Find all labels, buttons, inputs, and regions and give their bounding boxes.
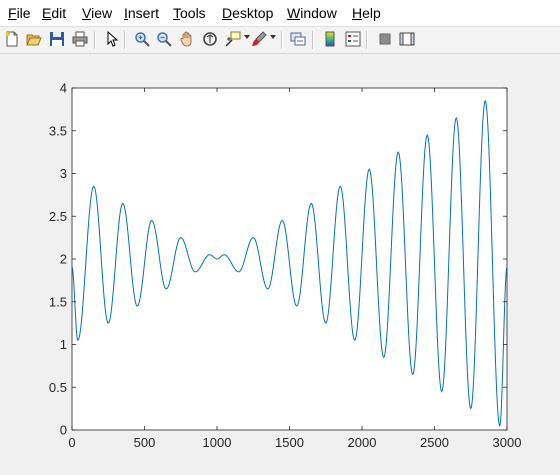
- y-tick-label: 2: [60, 252, 67, 267]
- x-tick-label: 500: [134, 435, 156, 450]
- pan-button[interactable]: [177, 29, 197, 49]
- menu-bar: File Edit View Insert Tools Desktop Window Help: [0, 0, 560, 27]
- menu-window-label: indow: [300, 5, 337, 21]
- toolbar-separator: [312, 31, 314, 49]
- data-cursor-dropdown-arrow-icon[interactable]: [244, 35, 250, 39]
- menu-insert[interactable]: Insert: [124, 4, 159, 22]
- y-tick-label: 3: [60, 166, 67, 181]
- y-tick-label: 0: [60, 423, 67, 438]
- edit-plot-button[interactable]: [102, 29, 122, 49]
- y-tick-label: 2.5: [49, 209, 67, 224]
- menu-view-label: iew: [91, 5, 113, 21]
- zoom-in-button[interactable]: [132, 29, 152, 49]
- new-figure-button[interactable]: [2, 29, 22, 49]
- open-file-button[interactable]: [24, 29, 44, 49]
- y-tick-label: 1: [60, 337, 67, 352]
- menu-tools-accelerator: T: [173, 5, 180, 21]
- brush-icon: [251, 31, 267, 47]
- hide-plot-tools-icon: [377, 31, 393, 47]
- menu-help-label: elp: [362, 5, 381, 21]
- x-tick-label: 2000: [348, 435, 377, 450]
- data-cursor-button[interactable]: [223, 29, 243, 49]
- x-tick-label: 2500: [420, 435, 449, 450]
- toolbar-separator: [94, 31, 96, 49]
- menu-view-accelerator: V: [82, 5, 92, 21]
- toolbar-separator: [124, 31, 126, 49]
- toolbar-separator: [366, 31, 368, 49]
- menu-view[interactable]: View: [82, 4, 112, 22]
- rotate-3d-icon: [202, 31, 218, 47]
- x-tick-label: 1500: [275, 435, 304, 450]
- x-tick-label: 0: [68, 435, 75, 450]
- zoom-out-button[interactable]: [154, 29, 174, 49]
- menu-desktop[interactable]: Desktop: [222, 4, 273, 22]
- figure-toolbar: [0, 27, 560, 54]
- y-tick-label: 0.5: [49, 380, 67, 395]
- menu-file[interactable]: File: [8, 4, 31, 22]
- arrow-cursor-icon: [104, 31, 120, 47]
- legend-icon: [345, 31, 361, 47]
- menu-tools-label: ools: [180, 5, 206, 21]
- data-cursor-icon: [225, 31, 241, 47]
- y-tick-label: 1.5: [49, 294, 67, 309]
- colorbar-icon: [322, 31, 338, 47]
- menu-edit[interactable]: Edit: [42, 4, 66, 22]
- x-tick-label: 1000: [203, 435, 232, 450]
- menu-file-accelerator: F: [8, 5, 17, 21]
- link-plot-button[interactable]: [288, 29, 308, 49]
- plot-svg[interactable]: 0 500 1000 1500 2000 2500 3000 0 0.5 1 1.5 2 2.5 3 3.…: [0, 54, 560, 475]
- insert-legend-button[interactable]: [343, 29, 363, 49]
- menu-window-accelerator: W: [287, 5, 301, 21]
- print-figure-button[interactable]: [70, 29, 90, 49]
- menu-edit-accelerator: E: [42, 5, 52, 21]
- rotate-3d-button[interactable]: [200, 29, 220, 49]
- zoom-in-icon: [134, 31, 150, 47]
- brush-button[interactable]: [249, 29, 269, 49]
- menu-desktop-accelerator: D: [222, 5, 233, 21]
- hand-icon: [179, 31, 195, 47]
- y-tick-label: 3.5: [49, 123, 67, 138]
- brush-dropdown-arrow-icon[interactable]: [270, 35, 276, 39]
- figure-canvas: 0 500 1000 1500 2000 2500 3000 0 0.5 1 1.5 2 2.5 3 3.…: [0, 54, 560, 475]
- menu-window[interactable]: Window: [287, 4, 337, 22]
- menu-insert-label: nsert: [127, 5, 160, 21]
- zoom-out-icon: [156, 31, 172, 47]
- printer-icon: [72, 31, 88, 47]
- toolbar-separator: [281, 31, 283, 49]
- folder-open-icon: [26, 31, 42, 47]
- link-plot-icon: [290, 31, 306, 47]
- show-plot-tools-button[interactable]: [397, 29, 417, 49]
- floppy-disk-icon: [49, 31, 65, 47]
- y-tick-label: 4: [60, 81, 67, 96]
- save-figure-button[interactable]: [47, 29, 67, 49]
- menu-desktop-label: esktop: [232, 5, 274, 21]
- menu-help-accelerator: H: [352, 5, 363, 21]
- insert-colorbar-button[interactable]: [320, 29, 340, 49]
- hide-plot-tools-button[interactable]: [375, 29, 395, 49]
- show-plot-tools-icon: [399, 31, 415, 47]
- x-tick-label: 3000: [493, 435, 522, 450]
- menu-tools[interactable]: Tools: [173, 4, 206, 22]
- menu-file-label: ile: [16, 5, 31, 21]
- new-document-icon: [4, 31, 20, 47]
- menu-edit-label: dit: [51, 5, 67, 21]
- menu-help[interactable]: Help: [352, 4, 381, 22]
